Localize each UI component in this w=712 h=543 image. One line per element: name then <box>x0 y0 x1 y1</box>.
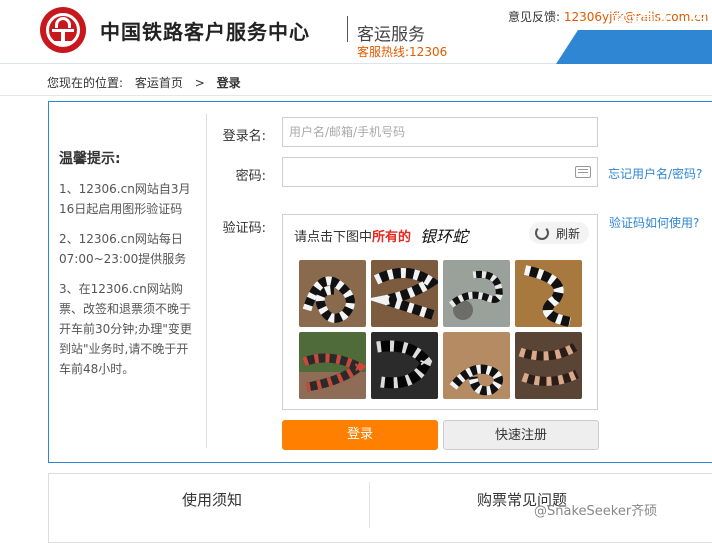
nav-item-tickets[interactable]: 车票 <box>693 9 712 29</box>
captcha-tile-snake[interactable] <box>299 332 366 399</box>
main-nav <box>556 30 712 64</box>
login-button[interactable]: 登录 <box>282 420 438 450</box>
railway-logo-icon[interactable] <box>40 7 86 53</box>
captcha-box: 请点击下图中所有的 银环蛇 刷新 <box>282 214 598 410</box>
username-label: 登录名: <box>222 129 266 144</box>
captcha-image-grid <box>299 260 583 402</box>
captcha-tile-snake[interactable] <box>515 260 582 327</box>
nav-item-home[interactable]: 客运首页 <box>613 9 669 29</box>
site-brand[interactable]: 中国铁路客户服务中心 <box>100 16 310 45</box>
breadcrumb-divider <box>0 95 712 96</box>
register-button[interactable]: 快速注册 <box>443 420 599 450</box>
captcha-tile-snake[interactable] <box>443 332 510 399</box>
captcha-tile-snake[interactable] <box>299 260 366 327</box>
password-input[interactable] <box>282 157 598 187</box>
captcha-tile-snake[interactable] <box>515 332 582 399</box>
breadcrumb: 您现在的位置: 客运首页 > 登录 <box>47 74 249 91</box>
refresh-label: 刷新 <box>556 227 581 241</box>
site-header: 中国铁路客户服务中心 客运服务 客服热线:12306 意见反馈: 12306yj… <box>0 0 712 64</box>
feedback: 意见反馈: 12306yjfk@rails.com.cn <box>508 8 708 25</box>
refresh-icon <box>535 226 549 240</box>
hotline: 客服热线:12306 <box>357 45 448 59</box>
captcha-refresh-button[interactable]: 刷新 <box>529 222 589 244</box>
usage-notes-link[interactable]: 使用须知 <box>182 489 242 510</box>
breadcrumb-prefix: 您现在的位置: <box>47 76 124 90</box>
username-input[interactable]: 用户名/邮箱/手机号码 <box>282 117 598 147</box>
captcha-tile-snake[interactable] <box>371 260 438 327</box>
breadcrumb-separator: > <box>194 76 205 90</box>
captcha-tile-snake[interactable] <box>371 332 438 399</box>
feedback-label: 意见反馈: <box>508 10 561 24</box>
keyboard-icon[interactable] <box>575 166 591 178</box>
captcha-target-text: 银环蛇 <box>420 227 469 246</box>
forgot-password-link[interactable]: 忘记用户名/密码? <box>608 165 702 182</box>
tip-item: 3、在12306.cn网站购票、改签和退票须不晚于开车前30分钟;办理"变更到站… <box>59 282 192 376</box>
captcha-label: 验证码: <box>222 221 266 236</box>
site-subbrand: 客运服务 <box>357 25 425 45</box>
captcha-tile-snake[interactable] <box>443 260 510 327</box>
captcha-instruction: 请点击下图中所有的 <box>294 230 412 245</box>
breadcrumb-current: 登录 <box>216 76 241 90</box>
tip-item: 1、12306.cn网站自3月16日起启用图形验证码 <box>59 182 191 216</box>
help-divider <box>369 482 370 528</box>
captcha-help-link[interactable]: 验证码如何使用? <box>609 214 699 231</box>
breadcrumb-home-link[interactable]: 客运首页 <box>135 76 183 90</box>
brand-divider <box>347 16 348 42</box>
watermark: @SnakeSeeker齐硕 <box>534 504 658 519</box>
tip-item: 2、12306.cn网站每日07:00~23:00提供服务 <box>59 232 187 266</box>
captcha-instruction-highlight: 所有的 <box>372 230 412 245</box>
password-label: 密码: <box>235 169 266 184</box>
tips-title: 温馨提示: <box>59 151 121 167</box>
